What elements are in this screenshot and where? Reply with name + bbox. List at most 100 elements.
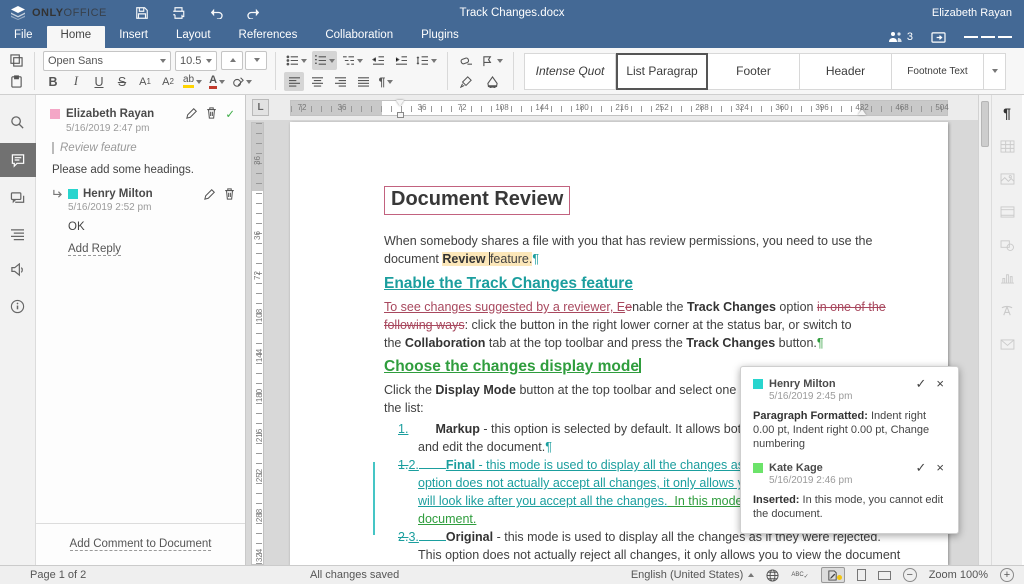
author-color-swatch [753, 463, 763, 473]
superscript-icon[interactable]: A1 [135, 72, 155, 91]
tab-collaboration[interactable]: Collaboration [311, 26, 407, 48]
comments-panel-icon[interactable] [0, 143, 36, 177]
edit-comment-icon[interactable] [186, 107, 198, 121]
statusbar: Page 1 of 2 All changes saved English (U… [0, 565, 1024, 584]
tab-home[interactable]: Home [47, 26, 106, 48]
paste-icon[interactable] [6, 72, 26, 91]
shape-settings-icon[interactable] [995, 235, 1019, 255]
first-line-indent-marker[interactable] [396, 100, 404, 106]
about-icon[interactable] [0, 291, 36, 321]
change-case-icon[interactable] [230, 72, 254, 91]
undo-icon[interactable] [208, 6, 224, 20]
vertical-ruler[interactable]: 363672108144180216252288324 [251, 122, 264, 565]
image-settings-icon[interactable] [995, 169, 1019, 189]
user-name[interactable]: Elizabeth Rayan [932, 7, 1012, 19]
line-spacing-icon[interactable] [414, 51, 439, 70]
open-file-location-icon[interactable] [931, 31, 946, 44]
tab-insert[interactable]: Insert [105, 26, 162, 48]
change-type: Inserted: [753, 494, 799, 506]
style-footnote-text[interactable]: Footnote Text [892, 53, 984, 90]
feedback-icon[interactable] [0, 255, 36, 285]
table-settings-icon[interactable] [995, 136, 1019, 156]
track-changes-toggle-icon[interactable] [821, 567, 845, 583]
add-reply-link[interactable]: Add Reply [68, 243, 121, 256]
save-icon[interactable] [135, 6, 149, 20]
style-footer[interactable]: Footer [708, 53, 800, 90]
copy-style-icon[interactable] [456, 72, 476, 91]
highlight-color-icon[interactable]: ab [181, 72, 204, 91]
horizontal-ruler[interactable]: 7236367210814418021625228832436039643246… [290, 100, 948, 116]
reject-change-icon[interactable]: × [934, 461, 946, 474]
color-scheme-icon[interactable] [480, 51, 505, 70]
redo-icon[interactable] [246, 6, 262, 20]
style-intense-quote[interactable]: Intense Quot [524, 53, 616, 90]
edit-reply-icon[interactable] [204, 188, 216, 200]
navigation-icon[interactable] [0, 219, 36, 249]
tab-file[interactable]: File [0, 26, 47, 48]
ruler-mark: 180 [575, 103, 588, 112]
language-select[interactable]: English (United States) [631, 569, 755, 581]
bullet-list-icon[interactable] [284, 51, 309, 70]
textart-settings-icon[interactable] [995, 301, 1019, 321]
italic-icon[interactable]: I [66, 72, 86, 91]
tab-references[interactable]: References [225, 26, 312, 48]
clear-style-icon[interactable] [456, 51, 476, 70]
vertical-scrollbar[interactable] [978, 95, 991, 565]
delete-comment-icon[interactable] [206, 107, 217, 121]
style-header[interactable]: Header [800, 53, 892, 90]
menu-icon[interactable] [964, 34, 1012, 40]
review-changes-popup: Henry Milton ✓ × 5/16/2019 2:45 pm Parag… [740, 366, 959, 534]
scrollbar-thumb[interactable] [981, 101, 989, 147]
chat-icon[interactable] [0, 183, 36, 213]
fit-width-icon[interactable] [878, 571, 891, 580]
align-right-icon[interactable] [330, 72, 350, 91]
headerfooter-settings-icon[interactable] [995, 202, 1019, 222]
accept-change-icon[interactable]: ✓ [914, 377, 929, 390]
tab-stop-selector[interactable]: L [252, 99, 269, 116]
set-language-globe-icon[interactable] [766, 569, 779, 582]
zoom-in-icon[interactable]: + [1000, 568, 1014, 582]
align-left-icon[interactable] [284, 72, 304, 91]
strikethrough-icon[interactable]: S [112, 72, 132, 91]
delete-reply-icon[interactable] [224, 188, 235, 200]
copy-icon[interactable] [6, 51, 26, 70]
spellcheck-icon[interactable]: ABC✓ [791, 570, 808, 580]
align-center-icon[interactable] [307, 72, 327, 91]
accept-change-icon[interactable]: ✓ [914, 461, 929, 474]
fit-page-icon[interactable] [857, 569, 866, 581]
bold-icon[interactable]: B [43, 72, 63, 91]
resolve-comment-icon[interactable]: ✓ [225, 107, 235, 121]
style-gallery-expand-icon[interactable] [984, 53, 1006, 90]
numbered-list-icon[interactable] [312, 51, 337, 70]
increment-font-icon[interactable] [221, 51, 243, 70]
nonprinting-characters-icon[interactable]: ¶ [376, 72, 396, 91]
align-justify-icon[interactable] [353, 72, 373, 91]
subscript-icon[interactable]: A2 [158, 72, 178, 91]
zoom-level[interactable]: Zoom 100% [929, 569, 988, 581]
mailmerge-settings-icon[interactable] [995, 334, 1019, 354]
multilevel-list-icon[interactable] [340, 51, 365, 70]
underline-icon[interactable]: U [89, 72, 109, 91]
search-icon[interactable] [0, 107, 36, 137]
style-list-paragraph[interactable]: List Paragrap [616, 53, 708, 90]
font-size-select[interactable]: 10.5 [175, 51, 217, 71]
reject-change-icon[interactable]: × [934, 377, 946, 390]
increase-indent-icon[interactable] [391, 51, 411, 70]
print-icon[interactable] [171, 6, 186, 20]
zoom-out-icon[interactable]: − [903, 568, 917, 582]
page-indicator[interactable]: Page 1 of 2 [30, 569, 86, 581]
collaborators-icon[interactable]: 3 [888, 31, 913, 43]
add-comment-to-document-link[interactable]: Add Comment to Document [70, 538, 212, 551]
left-indent-marker[interactable] [397, 112, 404, 118]
tab-plugins[interactable]: Plugins [407, 26, 473, 48]
font-color-icon[interactable]: A [207, 72, 227, 91]
paragraph-settings-icon[interactable]: ¶ [995, 103, 1019, 123]
pilcrow-mark: ¶ [545, 440, 552, 454]
shading-icon[interactable] [480, 72, 505, 91]
decrease-indent-icon[interactable] [368, 51, 388, 70]
ruler-mark: 216 [615, 103, 628, 112]
decrement-font-icon[interactable] [245, 51, 267, 70]
chart-settings-icon[interactable] [995, 268, 1019, 288]
tab-layout[interactable]: Layout [162, 26, 225, 48]
font-name-select[interactable]: Open Sans [43, 51, 171, 71]
